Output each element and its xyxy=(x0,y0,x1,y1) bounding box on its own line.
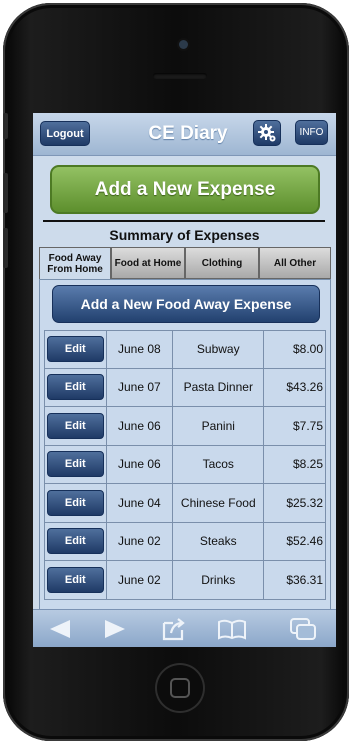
expense-date: June 02 xyxy=(107,522,174,560)
expense-description: Panini xyxy=(173,407,265,445)
expense-description: Chinese Food xyxy=(173,484,265,522)
browser-toolbar xyxy=(33,609,336,647)
table-row: Edit June 06 Tacos $8.25 xyxy=(44,445,326,484)
table-row: Edit June 02 Drinks $36.31 xyxy=(44,561,326,600)
front-camera xyxy=(179,40,188,49)
divider xyxy=(43,220,325,222)
summary-title: Summary of Expenses xyxy=(109,227,260,243)
table-row: Edit June 08 Subway $8.00 xyxy=(44,330,326,369)
expense-amount: $8.00 xyxy=(292,342,324,357)
expense-amount: $52.46 xyxy=(286,534,324,549)
edit-button[interactable]: Edit xyxy=(46,451,104,478)
home-square-icon xyxy=(170,678,190,698)
edit-button[interactable]: Edit xyxy=(46,566,104,593)
add-food-away-expense-button[interactable]: Add a New Food Away Expense xyxy=(52,285,320,323)
share-icon xyxy=(162,618,185,641)
table-row: Edit June 02 Steaks $52.46 xyxy=(44,522,326,561)
table-row: Edit June 07 Pasta Dinner $43.26 xyxy=(44,368,326,407)
edit-button[interactable]: Edit xyxy=(46,412,104,439)
expense-date: June 08 xyxy=(107,331,174,368)
share-button[interactable] xyxy=(159,616,189,642)
tab-all-other[interactable]: All Other xyxy=(259,247,331,279)
gear-icon xyxy=(258,124,276,142)
table-row: Edit June 04 Chinese Food $25.32 xyxy=(44,484,326,523)
bookmarks-button[interactable] xyxy=(217,616,247,642)
forward-button[interactable] xyxy=(100,616,130,642)
settings-button[interactable] xyxy=(253,120,281,146)
expense-date: June 06 xyxy=(107,445,174,483)
add-new-expense-button[interactable]: Add a New Expense xyxy=(50,165,320,214)
expense-date: June 07 xyxy=(107,368,174,406)
app-screen: Logout CE Diary INFO Add a New Expense S… xyxy=(33,113,336,647)
expense-amount: $36.31 xyxy=(286,572,324,587)
expense-description: Pasta Dinner xyxy=(173,368,265,406)
expenses-table: Edit June 08 Subway $8.00 Edit June 07 P… xyxy=(44,330,326,600)
top-bar: Logout CE Diary INFO xyxy=(33,113,336,156)
table-row: Edit June 06 Panini $7.75 xyxy=(44,407,326,446)
expense-amount: $7.75 xyxy=(292,418,324,433)
expense-amount: $25.32 xyxy=(286,495,324,510)
expense-date: June 04 xyxy=(107,484,174,522)
logout-button[interactable]: Logout xyxy=(40,121,90,146)
tab-food-at-home[interactable]: Food at Home xyxy=(111,247,185,279)
expense-description: Tacos xyxy=(173,445,265,483)
app-title: CE Diary xyxy=(148,123,228,144)
tabs-icon xyxy=(290,618,316,640)
forward-arrow-icon xyxy=(105,620,125,638)
expense-description: Subway xyxy=(173,331,265,368)
edit-button[interactable]: Edit xyxy=(46,489,104,516)
info-button[interactable]: INFO xyxy=(295,120,328,145)
phone-frame: Logout CE Diary INFO Add a New Expense S… xyxy=(3,3,349,741)
tab-clothing[interactable]: Clothing xyxy=(185,247,259,279)
edit-button[interactable]: Edit xyxy=(46,528,104,555)
tabs-button[interactable] xyxy=(288,616,318,642)
earpiece-speaker xyxy=(153,73,207,79)
tab-food-away-from-home[interactable]: Food Away From Home xyxy=(39,247,111,280)
expense-amount: $8.25 xyxy=(292,457,324,472)
bookmarks-icon xyxy=(218,619,246,640)
volume-down-button xyxy=(3,228,8,268)
mute-switch xyxy=(3,113,8,139)
expense-description: Steaks xyxy=(173,522,265,560)
edit-button[interactable]: Edit xyxy=(46,336,104,363)
expense-description: Drinks xyxy=(173,561,265,599)
volume-up-button xyxy=(3,173,8,213)
expense-date: June 06 xyxy=(107,407,174,445)
expense-date: June 02 xyxy=(107,561,174,599)
back-arrow-icon xyxy=(50,620,70,638)
expenses-panel: Add a New Food Away Expense Edit June 08… xyxy=(39,279,331,645)
edit-button[interactable]: Edit xyxy=(46,374,104,401)
back-button[interactable] xyxy=(45,616,75,642)
expense-amount: $43.26 xyxy=(286,380,324,395)
